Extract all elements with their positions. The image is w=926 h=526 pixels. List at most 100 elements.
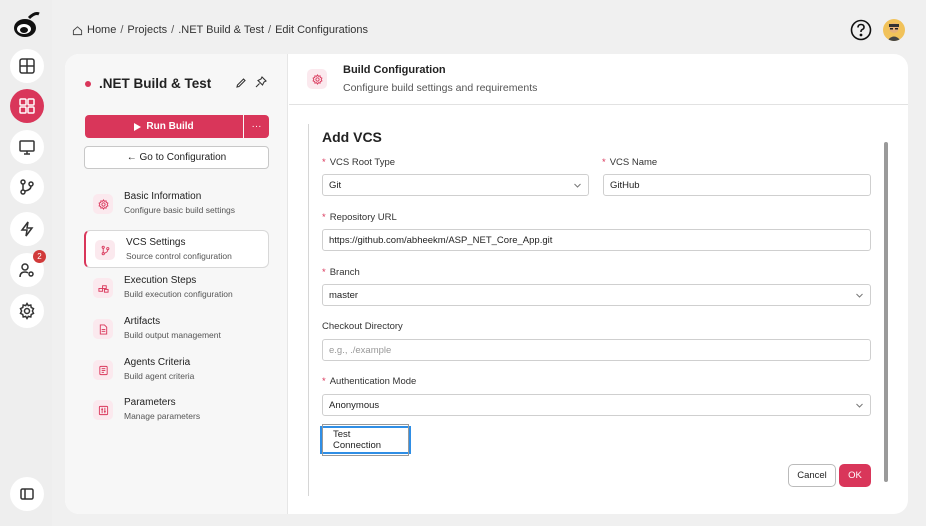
main-card: .NET Build & Test Run Build ··· ← Go to … (65, 54, 908, 514)
gear-icon (307, 69, 327, 89)
nav-subtitle: Build execution configuration (124, 289, 233, 299)
app-rail: 2 (0, 0, 52, 526)
breadcrumb-project[interactable]: .NET Build & Test (178, 24, 264, 36)
edit-icon[interactable] (235, 77, 247, 89)
nav-title: Parameters (124, 397, 176, 408)
authentication-mode-label: * Authentication Mode (322, 376, 416, 387)
required-mark: * (322, 157, 326, 168)
checkout-directory-label: Checkout Directory (322, 321, 403, 332)
form-scrollbar[interactable] (884, 142, 888, 482)
monitor-icon[interactable] (10, 130, 44, 164)
breadcrumb-current: Edit Configurations (275, 24, 369, 36)
breadcrumb-separator: / (268, 24, 272, 36)
nav-subtitle: Manage parameters (124, 411, 201, 421)
steps-icon (93, 278, 113, 298)
select-value: Git (329, 179, 342, 191)
sidebar-toggle-icon[interactable] (10, 477, 44, 511)
go-to-configuration-button[interactable]: ← Go to Configuration (84, 146, 269, 169)
vcs-root-type-select[interactable]: Git (322, 174, 589, 196)
nav-vcs-settings[interactable]: VCS Settings Source control configuratio… (84, 230, 269, 268)
nav-parameters[interactable]: Parameters Manage parameters (84, 391, 269, 429)
select-value: master (329, 289, 359, 301)
help-icon[interactable] (850, 19, 872, 41)
run-build-label: Run Build (146, 121, 194, 132)
nav-subtitle: Source control configuration (126, 251, 232, 261)
user-settings-icon[interactable]: 2 (10, 250, 46, 287)
play-icon (134, 122, 142, 131)
repository-url-input[interactable]: https://github.com/abheekm/ASP_NET_Core_… (322, 229, 871, 251)
nav-subtitle: Build agent criteria (124, 371, 195, 381)
nav-execution-steps[interactable]: Execution Steps Build execution configur… (84, 269, 269, 307)
branch-label: * Branch (322, 267, 360, 278)
section-header: Build Configuration Configure build sett… (289, 54, 908, 105)
label-text: Checkout Directory (322, 321, 403, 332)
more-icon: ··· (251, 121, 262, 132)
label-text: VCS Name (609, 157, 658, 168)
breadcrumb-home[interactable]: Home (87, 24, 116, 36)
sliders-icon (93, 400, 113, 420)
required-mark: * (322, 376, 326, 387)
required-mark: * (602, 157, 606, 168)
avatar[interactable] (883, 19, 905, 41)
authentication-mode-select[interactable]: Anonymous (322, 394, 871, 416)
settings-icon[interactable] (10, 294, 44, 328)
nav-title: Agents Criteria (124, 357, 191, 368)
nav-agents-criteria[interactable]: Agents Criteria Build agent criteria (84, 351, 269, 389)
vcs-root-type-label: * VCS Root Type (322, 157, 395, 168)
dashboard-icon[interactable] (10, 49, 44, 83)
vcs-name-input[interactable]: GitHub (603, 174, 871, 196)
required-mark: * (322, 267, 326, 278)
lightning-icon[interactable] (10, 212, 44, 246)
cancel-button[interactable]: Cancel (788, 464, 836, 487)
run-build-button[interactable]: Run Build (85, 115, 243, 138)
nav-subtitle: Build output management (124, 330, 221, 340)
agent-icon (93, 360, 113, 380)
status-dot (85, 80, 91, 87)
vcs-name-label: * VCS Name (602, 157, 657, 168)
input-value: GitHub (610, 179, 640, 191)
nav-artifacts[interactable]: Artifacts Build output management (84, 310, 269, 348)
logo-icon[interactable] (11, 10, 41, 40)
file-icon (93, 319, 113, 339)
test-connection-label: Test Connection (322, 424, 409, 456)
label-text: Repository URL (329, 212, 397, 223)
repository-url-label: * Repository URL (322, 212, 397, 223)
git-branch-icon (95, 240, 115, 260)
notification-badge: 2 (33, 250, 46, 263)
chevron-down-icon (574, 183, 581, 188)
branch-select[interactable]: master (322, 284, 871, 306)
select-value: Anonymous (329, 399, 380, 411)
label-text: VCS Root Type (329, 157, 396, 168)
input-placeholder: e.g., ./example (329, 344, 392, 356)
nav-title: Basic Information (124, 191, 202, 202)
nav-subtitle: Configure basic build settings (124, 205, 236, 215)
form-title: Add VCS (322, 129, 382, 145)
breadcrumb-projects[interactable]: Projects (127, 24, 167, 36)
breadcrumb: Home / Projects / .NET Build & Test / Ed… (72, 24, 368, 36)
gear-icon (93, 194, 113, 214)
nav-title: Artifacts (124, 316, 161, 327)
ok-button[interactable]: OK (839, 464, 871, 487)
config-sidebar: .NET Build & Test Run Build ··· ← Go to … (65, 54, 288, 514)
git-branch-icon[interactable] (10, 170, 44, 204)
nav-basic-information[interactable]: Basic Information Configure basic build … (84, 185, 269, 223)
chevron-down-icon (856, 403, 863, 408)
required-mark: * (322, 212, 326, 223)
test-connection-button[interactable]: Test Connection (320, 424, 411, 456)
project-title: .NET Build & Test (85, 76, 211, 91)
section-subtitle: Configure build settings and requirement… (343, 82, 538, 94)
chevron-down-icon (856, 293, 863, 298)
nav-title: Execution Steps (124, 275, 197, 286)
label-text: Authentication Mode (329, 376, 417, 387)
breadcrumb-separator: / (120, 24, 124, 36)
nav-title: VCS Settings (126, 237, 186, 248)
pin-icon[interactable] (255, 76, 267, 88)
apps-icon[interactable] (10, 89, 44, 123)
home-icon (72, 25, 83, 35)
input-value: https://github.com/abheekm/ASP_NET_Core_… (329, 234, 553, 246)
run-options-button[interactable]: ··· (244, 115, 269, 138)
checkout-directory-input[interactable]: e.g., ./example (322, 339, 871, 361)
label-text: Branch (329, 267, 360, 278)
breadcrumb-separator: / (171, 24, 175, 36)
project-title-text: .NET Build & Test (99, 76, 212, 91)
